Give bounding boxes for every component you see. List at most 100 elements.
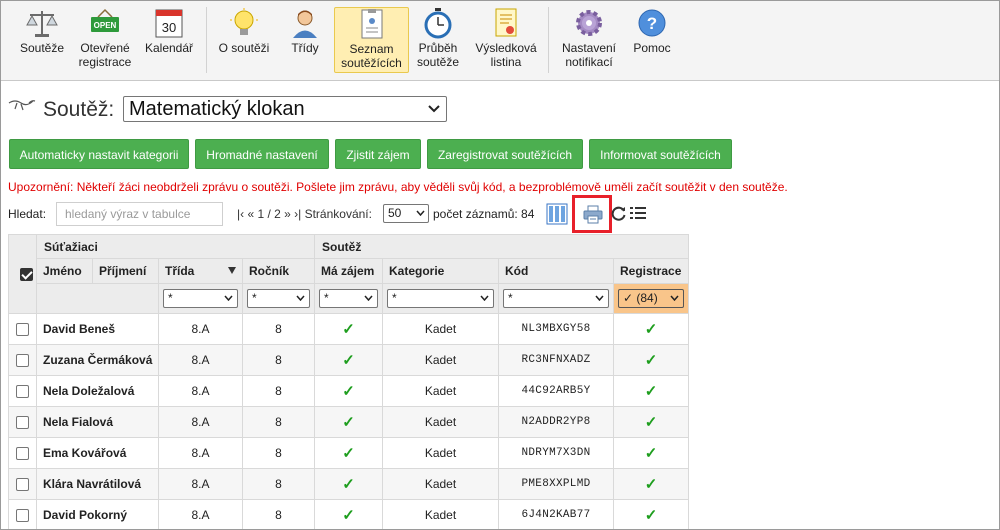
toolbar-item-about[interactable]: O soutěži (213, 7, 275, 73)
contestant-year: 8 (242, 344, 315, 376)
pager[interactable]: |‹ « 1 / 2 » ›| Stránkování: (237, 207, 372, 221)
calendar-icon: 30 (155, 9, 183, 38)
columns-icon[interactable] (546, 203, 568, 225)
competition-select[interactable]: Matematický klokan (123, 96, 447, 122)
column-header-first-name[interactable]: Jméno (36, 258, 93, 284)
chevron-down-icon (595, 295, 604, 301)
column-header-code[interactable]: Kód (498, 258, 614, 284)
row-checkbox[interactable] (16, 323, 29, 337)
toolbar-label: Třídy (291, 41, 319, 55)
chevron-down-icon (428, 105, 440, 113)
auto-category-button[interactable]: Automaticky nastavit kategorii (9, 139, 189, 169)
contestant-class: 8.A (158, 375, 243, 407)
checkmark-icon: ✓ (342, 321, 355, 338)
interest-cell: ✓ (314, 437, 383, 469)
toolbar-item-results[interactable]: Výsledková listina (471, 7, 541, 73)
contestant-class: 8.A (158, 344, 243, 376)
toolbar-item-classes[interactable]: Třídy (281, 7, 329, 73)
toolbar-item-contestant-list[interactable]: Seznam soutěžících (334, 7, 409, 73)
filter-class-select[interactable]: * (163, 289, 238, 308)
print-button[interactable] (572, 195, 612, 233)
contestant-code: NL3MBXGY58 (498, 313, 614, 345)
contestant-category: Kadet (382, 437, 499, 469)
contestant-category: Kadet (382, 344, 499, 376)
checkmark-icon: ✓ (644, 507, 658, 524)
checkmark-icon: ✓ (342, 507, 355, 524)
row-checkbox[interactable] (16, 416, 29, 430)
row-checkbox[interactable] (16, 509, 29, 523)
column-header-registration[interactable]: Registrace (613, 258, 689, 284)
table-row: Ema Kovářová 8.A 8 ✓ Kadet NDRYM7X3DN ✓ (8, 437, 689, 469)
registration-cell: ✓ (613, 499, 689, 529)
filter-value: * (324, 291, 329, 305)
contestant-name[interactable]: Nela Fialová (36, 406, 159, 438)
chevron-down-icon (224, 295, 233, 301)
row-select-cell (8, 468, 37, 500)
column-header-category[interactable]: Kategorie (382, 258, 499, 284)
table-row: Nela Doležalová 8.A 8 ✓ Kadet 44C92ARB5Y… (8, 375, 689, 407)
registration-cell: ✓ (613, 406, 689, 438)
registration-cell: ✓ (613, 437, 689, 469)
table-row: Zuzana Čermáková 8.A 8 ✓ Kadet RC3NFNXAD… (8, 344, 689, 376)
column-header-class[interactable]: Třída (158, 258, 243, 284)
toolbar-item-help[interactable]: ? Pomoc (629, 7, 675, 73)
contestant-name[interactable]: Klára Navrátilová (36, 468, 159, 500)
student-icon (293, 10, 317, 38)
checkmark-icon: ✓ (644, 352, 658, 369)
toolbar-label: Nastavení notifikací (561, 41, 617, 69)
filter-category-select[interactable]: * (387, 289, 494, 308)
refresh-icon[interactable] (611, 205, 627, 221)
contestant-category: Kadet (382, 375, 499, 407)
toolbar-label: Otevřené registrace (78, 41, 132, 69)
filter-value: * (392, 291, 397, 305)
row-checkbox[interactable] (16, 354, 29, 368)
filter-year-select[interactable]: * (247, 289, 310, 308)
contestant-name[interactable]: David Pokorný (36, 499, 159, 529)
filter-interest-select[interactable]: * (319, 289, 378, 308)
search-input[interactable]: hledaný výraz v tabulce (56, 202, 223, 226)
checkmark-icon: ✓ (342, 352, 355, 369)
scales-icon (26, 11, 58, 37)
inform-contestants-button[interactable]: Informovat soutěžících (589, 139, 732, 169)
interest-cell: ✓ (314, 468, 383, 500)
contestant-class: 8.A (158, 406, 243, 438)
column-header-interest[interactable]: Má zájem (314, 258, 383, 284)
column-header-year[interactable]: Ročník (242, 258, 315, 284)
select-all-checkbox[interactable] (19, 268, 33, 282)
column-header-last-name[interactable]: Příjmení (92, 258, 159, 284)
chevron-down-icon (480, 295, 489, 301)
filter-value: ✓ (84) (623, 291, 658, 305)
toolbar-item-calendar[interactable]: 30 Kalendář (139, 7, 199, 73)
contestant-code: RC3NFNXADZ (498, 344, 614, 376)
row-select-cell (8, 313, 37, 345)
contestant-code: 44C92ARB5Y (498, 375, 614, 407)
contestant-year: 8 (242, 406, 315, 438)
contestant-name[interactable]: David Beneš (36, 313, 159, 345)
register-contestants-button[interactable]: Zaregistrovat soutěžících (427, 139, 583, 169)
filter-cell-interest: * (314, 283, 383, 314)
checkmark-icon: ✓ (644, 321, 658, 338)
toolbar-item-progress[interactable]: Průběh soutěže (413, 7, 463, 73)
list-view-icon[interactable] (630, 206, 646, 220)
table-body: David Beneš 8.A 8 ✓ Kadet NL3MBXGY58 ✓ Z… (8, 313, 689, 529)
toolbar-item-competitions[interactable]: Soutěže (13, 7, 71, 73)
row-checkbox[interactable] (16, 478, 29, 492)
contestant-name[interactable]: Nela Doležalová (36, 375, 159, 407)
page-size-select[interactable]: 50 (383, 204, 429, 223)
contestant-name[interactable]: Ema Kovářová (36, 437, 159, 469)
toolbar-label: Pomoc (633, 41, 671, 55)
filter-registration-select[interactable]: ✓ (84) (618, 289, 684, 308)
contestant-name[interactable]: Zuzana Čermáková (36, 344, 159, 376)
check-interest-button[interactable]: Zjistit zájem (335, 139, 421, 169)
toolbar-separator (206, 7, 207, 73)
bulk-settings-button[interactable]: Hromadné nastavení (195, 139, 329, 169)
row-checkbox[interactable] (16, 385, 29, 399)
toolbar-item-open-registrations[interactable]: OPEN Otevřené registrace (75, 7, 135, 73)
sort-descending-icon (228, 267, 236, 274)
toolbar-item-notifications[interactable]: Nastavení notifikací (557, 7, 621, 73)
filter-cell-category: * (382, 283, 499, 314)
row-checkbox[interactable] (16, 447, 29, 461)
row-select-cell (8, 344, 37, 376)
filter-cell-class: * (158, 283, 243, 314)
filter-code-select[interactable]: * (503, 289, 609, 308)
